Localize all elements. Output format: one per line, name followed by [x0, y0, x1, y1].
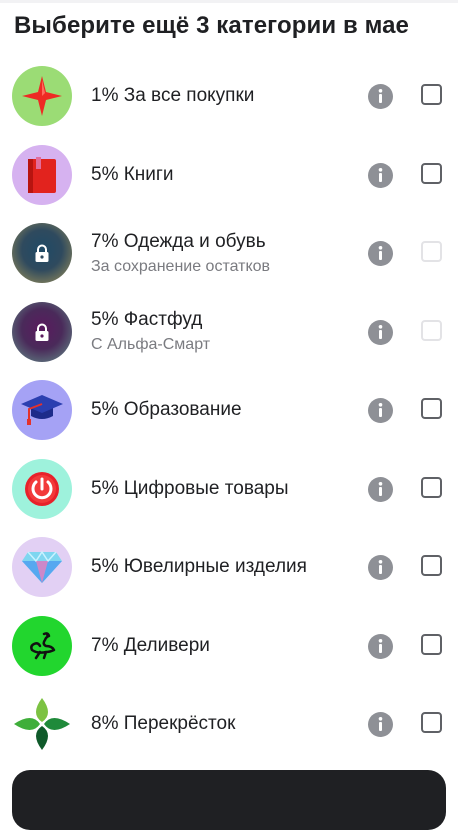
- category-title: 1% За все покупки: [91, 85, 255, 106]
- page-title: Выберите ещё 3 категории в мае: [14, 12, 410, 39]
- category-checkbox[interactable]: [421, 84, 442, 105]
- category-row-books[interactable]: 5% Книги: [0, 135, 458, 214]
- category-title: 5% Цифровые товары: [91, 477, 289, 499]
- info-icon[interactable]: [368, 633, 393, 659]
- category-title: 7% Деливери: [91, 634, 210, 656]
- category-row-all-purchases[interactable]: 1% За все покупки: [0, 56, 458, 135]
- category-row-fastfood[interactable]: 5% Фастфуд С Альфа-Смарт: [0, 292, 458, 371]
- category-row-jewelry[interactable]: 5% Ювелирные изделия: [0, 527, 458, 606]
- info-icon[interactable]: [368, 241, 393, 266]
- info-icon[interactable]: [368, 162, 393, 188]
- lock-icon: [12, 301, 72, 362]
- category-checkbox[interactable]: [421, 633, 442, 655]
- category-checkbox[interactable]: [421, 162, 442, 184]
- category-row-clothing[interactable]: 7% Одежда и обувь За сохранение остатков: [0, 213, 458, 292]
- red-star-icon: [12, 66, 72, 126]
- diamond-icon: [12, 537, 72, 597]
- category-checkbox[interactable]: [421, 555, 442, 576]
- category-subtitle: За сохранение остатков: [91, 257, 271, 275]
- category-title: 7% Одежда и обувь: [91, 230, 266, 252]
- category-row-perekrestok[interactable]: 8% Перекрёсток: [0, 684, 458, 763]
- info-icon[interactable]: [368, 84, 393, 109]
- top-divider: [0, 0, 458, 3]
- category-title: 5% Образование: [91, 399, 242, 420]
- category-checkbox-disabled: [421, 319, 442, 341]
- info-icon[interactable]: [368, 476, 393, 502]
- category-row-delivery[interactable]: 7% Деливери: [0, 606, 458, 685]
- category-list: 1% За все покупки 5% Книги 7% Одежда и о…: [0, 56, 458, 763]
- info-icon[interactable]: [368, 398, 393, 423]
- clover-logo-icon: [12, 694, 72, 754]
- graduation-cap-icon: [12, 380, 72, 440]
- category-row-digital-goods[interactable]: 5% Цифровые товары: [0, 449, 458, 528]
- info-icon[interactable]: [368, 712, 393, 737]
- ostrich-logo-icon: [12, 615, 72, 676]
- category-title: 5% Книги: [91, 163, 174, 185]
- red-book-icon: [12, 144, 72, 205]
- lock-icon: [12, 223, 72, 283]
- category-checkbox[interactable]: [421, 398, 442, 419]
- category-checkbox-disabled: [421, 241, 442, 262]
- bottom-action-button[interactable]: [12, 770, 446, 830]
- category-row-education[interactable]: 5% Образование: [0, 370, 458, 449]
- category-checkbox[interactable]: [421, 712, 442, 733]
- category-title: 5% Ювелирные изделия: [91, 556, 307, 577]
- category-checkbox[interactable]: [421, 476, 442, 498]
- category-title: 5% Фастфуд: [91, 309, 203, 330]
- info-icon[interactable]: [368, 319, 393, 345]
- category-title: 8% Перекрёсток: [91, 713, 236, 734]
- category-subtitle: С Альфа-Смарт: [91, 336, 211, 353]
- info-icon[interactable]: [368, 555, 393, 580]
- power-button-icon: [12, 458, 72, 519]
